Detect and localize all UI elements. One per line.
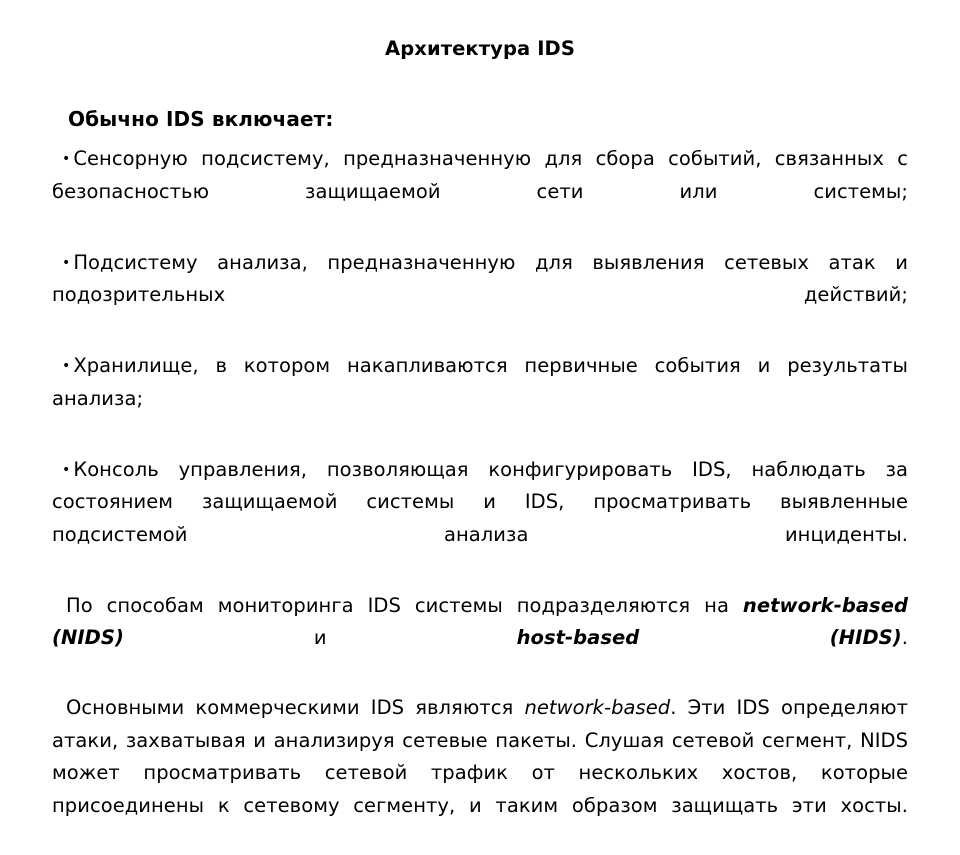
lead-heading: Обычно IDS включает:: [68, 107, 334, 131]
paragraph-commercial-emphasis1: network-based: [524, 696, 671, 719]
list-item: • Консоль управления, позволяющая конфигу…: [52, 454, 908, 584]
list-item: • Подсистему анализа, предназначенную для…: [52, 247, 908, 345]
bullet-icon: •: [62, 151, 71, 167]
paragraph-monitoring-part3: .: [901, 626, 908, 649]
paragraph-monitoring-part2: и: [123, 626, 517, 649]
slide-title: Архитектура IDS: [385, 37, 575, 60]
list-item-text: Консоль управления, позволяющая конфигур…: [52, 457, 908, 546]
bullet-icon: •: [62, 461, 71, 478]
slide-body: Обычно IDS включает: • Сенсорную подсисте…: [52, 104, 908, 855]
list-item: • Хранилище, в котором накапливаются перв…: [52, 350, 908, 448]
paragraph-monitoring-emphasis2: host-based (HIDS): [516, 626, 902, 649]
paragraph-monitoring: По способам мониторинга IDS системы подр…: [52, 590, 908, 688]
list-item: • Сенсорную подсистему, предназначенную д…: [52, 143, 908, 241]
paragraph-monitoring-part1: По способам мониторинга IDS системы подр…: [66, 593, 743, 617]
bullet-icon: •: [62, 254, 71, 271]
paragraph-commercial: Основными коммерческими IDS являются net…: [52, 692, 908, 855]
slide: Архитектура IDS Обычно IDS включает: • Се…: [0, 0, 960, 817]
list-item-text: Хранилище, в котором накапливаются перви…: [52, 354, 908, 410]
list-item-text: Подсистему анализа, предназначенную для …: [52, 250, 908, 307]
paragraph-commercial-part1: Основными коммерческими IDS являются: [66, 696, 525, 719]
bullet-icon: •: [62, 358, 71, 374]
list-item-text: Сенсорную подсистему, предназначенную дл…: [52, 147, 908, 203]
